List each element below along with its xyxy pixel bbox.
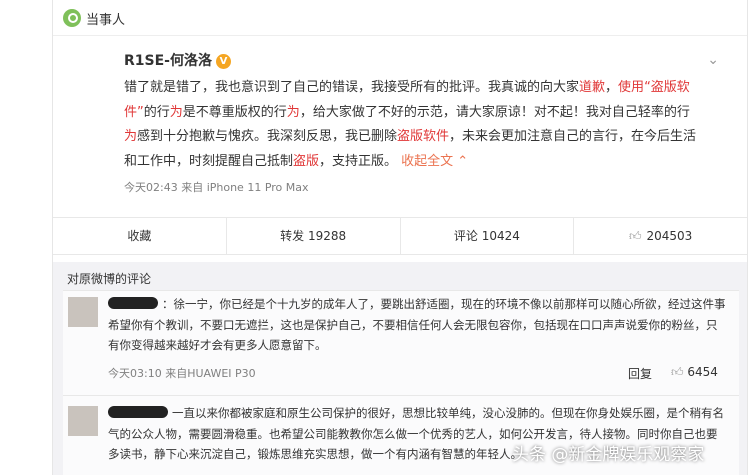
- repost-label: 转发 19288: [280, 229, 347, 243]
- weibo-card: 当事人 R1SE-何洛洛 V ⌄ 错了就是错了，我也意识到了自己的错误，我接受所有…: [52, 0, 748, 475]
- weibo-post: R1SE-何洛洛 V ⌄ 错了就是错了，我也意识到了自己的错误，我接受所有的批评。…: [53, 36, 747, 216]
- highlighted-keyword: 盗版: [293, 153, 320, 169]
- thumbs-up-icon: 👍︎: [628, 229, 642, 243]
- post-text-segment: 错了就是错了，我也意识到了自己的错误，我接受所有的批评。我真诚的向大家: [124, 80, 580, 95]
- highlighted-keyword: 道歉: [579, 80, 606, 95]
- post-text-segment: ，支持正版。: [319, 153, 398, 169]
- post-text-segment: 是不尊重版权的行: [182, 104, 287, 120]
- collect-button[interactable]: 收藏: [53, 218, 227, 254]
- post-author-name[interactable]: R1SE-何洛洛: [124, 53, 212, 69]
- highlighted-keyword: 为: [124, 129, 138, 144]
- comment-like-button[interactable]: 👍︎ 6454: [671, 365, 718, 380]
- avatar[interactable]: [68, 297, 98, 327]
- thumbs-up-icon: 👍︎: [671, 365, 684, 379]
- reply-button[interactable]: 回复: [628, 365, 652, 382]
- collapse-text-link[interactable]: 收起全文 ⌃: [397, 154, 468, 169]
- chevron-down-icon[interactable]: ⌄: [707, 52, 719, 68]
- post-action-bar: 收藏 转发 19288 评论 10424 👍︎ 204503: [53, 217, 747, 255]
- comment-button[interactable]: 评论 10424: [401, 218, 575, 254]
- post-text-segment: ，: [605, 80, 619, 95]
- card-header-label: 当事人: [86, 13, 126, 28]
- like-button[interactable]: 👍︎ 204503: [574, 218, 747, 254]
- verified-badge-icon: V: [215, 54, 231, 69]
- comment-username-redacted[interactable]: [108, 297, 158, 309]
- highlighted-keyword: 为: [169, 104, 183, 120]
- post-meta: 今天02:43 来自 iPhone 11 Pro Max: [124, 181, 309, 194]
- highlighted-keyword: 使用: [618, 80, 645, 95]
- post-text-segment: ，给大家做了不好的示范，请大家原谅！对不起！我对自己轻率的行: [299, 104, 690, 120]
- avatar[interactable]: [68, 406, 98, 436]
- comment-body: ：徐一宁，你已经是个十九岁的成年人了，要跳出舒适圈，现在的环境不像以前那样可以随…: [108, 297, 726, 352]
- comment-label: 评论 10424: [453, 229, 520, 243]
- comments-header: 对原微博的评论: [67, 272, 152, 286]
- comment-meta: 今天03:10 来自HUAWEI P30: [108, 367, 256, 380]
- post-text-segment: 感到十分抱歉与愧疚。我深刻反思，我已删除: [137, 129, 398, 144]
- comment-text: ：徐一宁，你已经是个十九岁的成年人了，要跳出舒适圈，现在的环境不像以前那样可以随…: [108, 294, 728, 356]
- post-text: 错了就是错了，我也意识到了自己的错误，我接受所有的批评。我真诚的向大家道歉，使用…: [124, 76, 699, 174]
- watermark: 头条 @新金牌娱乐观察家: [512, 445, 705, 465]
- highlighted-keyword: 盗版软件: [397, 129, 450, 144]
- comment-like-count: 6454: [687, 365, 718, 379]
- comment-item: ：徐一宁，你已经是个十九岁的成年人了，要跳出舒适圈，现在的环境不像以前那样可以随…: [63, 297, 739, 389]
- repost-button[interactable]: 转发 19288: [227, 218, 401, 254]
- post-text-segment: 的行: [143, 104, 170, 120]
- comment-username-redacted[interactable]: [108, 406, 168, 418]
- card-header: 当事人: [53, 0, 747, 36]
- highlighted-keyword: 为: [286, 104, 300, 120]
- collect-label: 收藏: [127, 229, 152, 243]
- post-author[interactable]: R1SE-何洛洛 V: [124, 50, 231, 70]
- like-count: 204503: [646, 229, 693, 243]
- people-icon: [63, 9, 81, 27]
- comment-divider: [63, 395, 739, 396]
